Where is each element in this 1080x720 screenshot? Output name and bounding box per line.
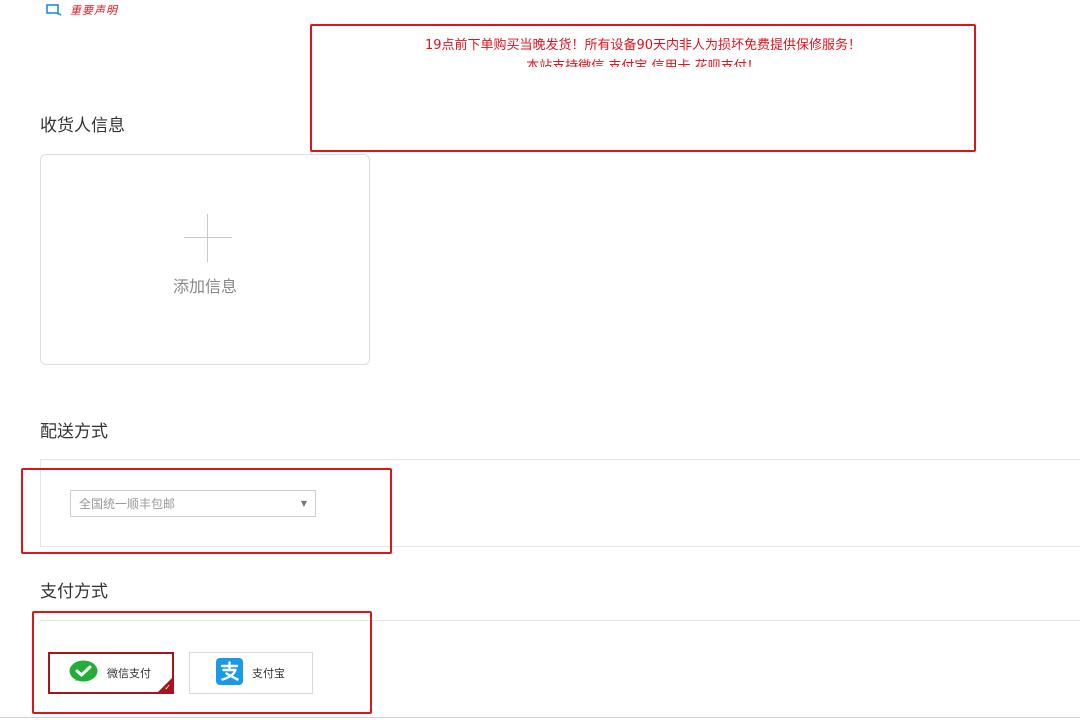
announcement-line-2: 本站支持微信 支付宝 信用卡 花呗支付！ xyxy=(526,59,760,67)
delivery-divider-top xyxy=(40,459,1080,460)
wechat-pay-option[interactable]: 微信支付 ✓ xyxy=(48,652,174,694)
wechat-pay-label: 微信支付 xyxy=(107,667,151,680)
page-bottom-border xyxy=(0,717,1080,718)
chevron-down-icon: ▼ xyxy=(300,499,307,508)
delivery-selected-value: 全国统一顺丰包邮 xyxy=(79,497,176,511)
alipay-label: 支付宝 xyxy=(252,667,285,680)
delivery-section-title: 配送方式 xyxy=(40,422,108,442)
search-icon xyxy=(46,4,62,16)
important-notice-label: 重要声明 xyxy=(70,4,118,17)
important-notice-link[interactable]: 重要声明 xyxy=(46,2,118,18)
consignee-section-title: 收货人信息 xyxy=(40,116,125,136)
announcement-box: 19点前下单购买当晚发货！所有设备90天内非人为损坏免费提供保修服务！ 本站支持… xyxy=(310,24,976,152)
wechat-pay-icon xyxy=(69,660,98,687)
checkmark-icon: ✓ xyxy=(164,683,171,692)
announcement-line-1: 19点前下单购买当晚发货！所有设备90天内非人为损坏免费提供保修服务！ xyxy=(424,38,862,53)
add-address-label: 添加信息 xyxy=(172,277,237,296)
alipay-option[interactable]: 支付宝 xyxy=(189,652,313,694)
add-address-card[interactable]: 添加信息 xyxy=(40,154,370,365)
payment-section-title: 支付方式 xyxy=(40,582,108,602)
plus-icon xyxy=(184,214,232,262)
alipay-icon xyxy=(216,658,243,688)
delivery-method-select[interactable]: 全国统一顺丰包邮 ▼ xyxy=(70,490,316,517)
